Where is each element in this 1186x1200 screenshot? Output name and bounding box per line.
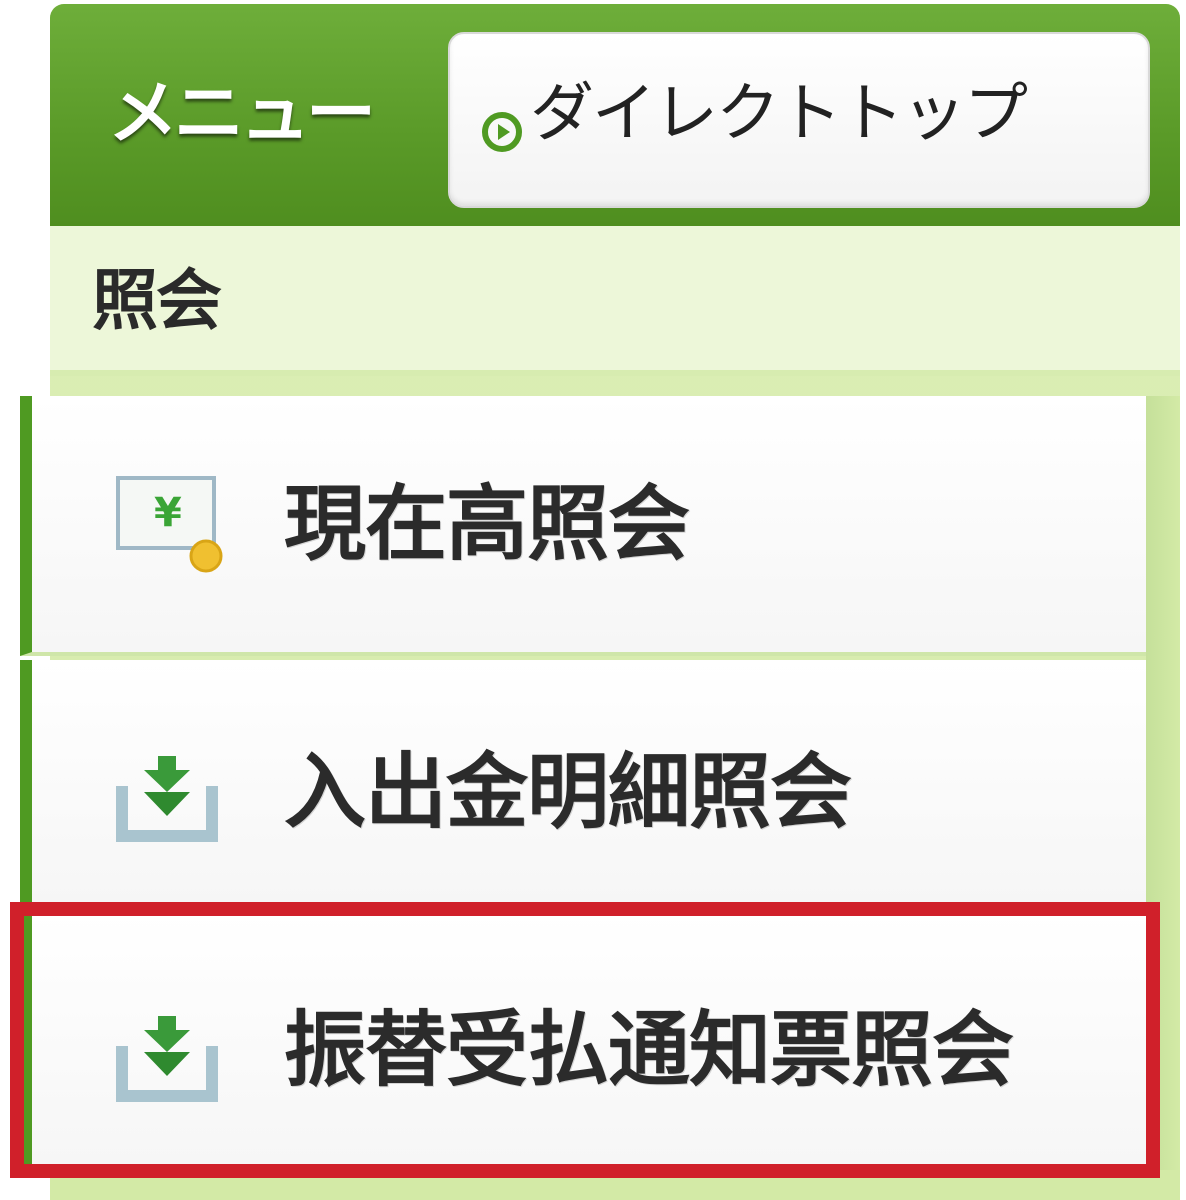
yen-balance-icon: ¥ — [116, 476, 223, 573]
menu-item-transaction-inquiry[interactable]: 入出金明細照会 — [20, 660, 1146, 910]
menu-item-label: 現在高照会 — [284, 477, 690, 572]
menu-item-label: 振替受払通知票照会 — [284, 1003, 1014, 1098]
menu-title: メニュー — [108, 72, 376, 154]
direct-top-button[interactable]: ダイレクトトップ — [448, 32, 1150, 208]
bottom-shade — [50, 1170, 1180, 1200]
category-header: 照会 — [50, 226, 1180, 376]
svg-text:¥: ¥ — [154, 490, 182, 536]
menu-item-transfer-notice-inquiry[interactable]: 振替受払通知票照会 — [20, 912, 1146, 1170]
category-label: 照会 — [92, 262, 222, 339]
play-circle-icon — [482, 112, 522, 152]
menu-page: メニュー ダイレクトトップ 照会 ¥ 現在高照会 入出金明細照会 振替受払通知票… — [0, 0, 1186, 1200]
right-shade — [1146, 396, 1180, 1200]
menu-item-balance-inquiry[interactable]: ¥ 現在高照会 — [20, 396, 1146, 656]
download-tray-icon — [116, 1016, 218, 1102]
download-tray-icon — [116, 756, 218, 842]
menu-item-label: 入出金明細照会 — [284, 745, 852, 840]
menu-header: メニュー ダイレクトトップ — [50, 4, 1180, 226]
direct-top-label: ダイレクトトップ — [530, 77, 1028, 151]
